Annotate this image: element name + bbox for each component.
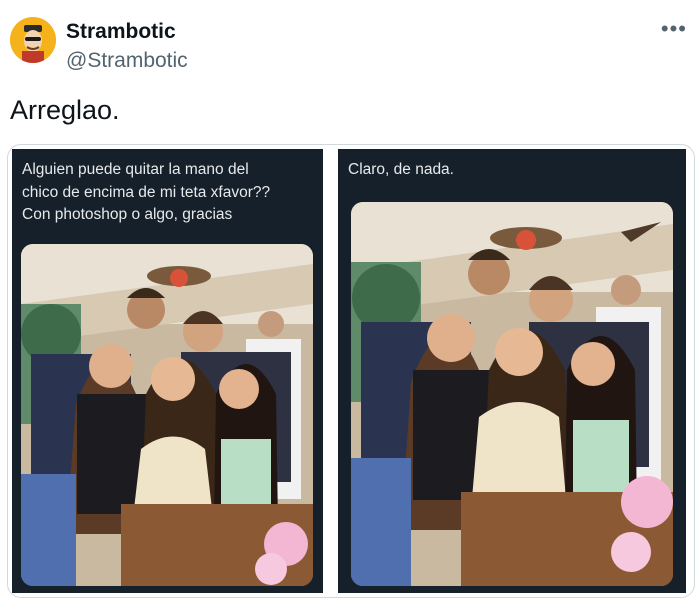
display-name[interactable]: Strambotic [66,20,176,44]
left-screenshot: Alguien puede quitar la mano del chico d… [12,149,323,593]
avatar-illustration [10,17,56,63]
user-handle[interactable]: @Strambotic [66,49,188,73]
tweet-media[interactable]: Alguien puede quitar la mano del chico d… [7,144,695,598]
left-caption: Alguien puede quitar la mano del chico d… [22,161,271,223]
more-options-icon[interactable]: ••• [661,16,687,42]
tweet-text: Arreglao. [10,95,120,125]
right-photo [351,202,673,586]
right-screenshot: Claro, de nada. [338,149,686,593]
right-caption: Claro, de nada. [348,161,454,178]
avatar[interactable] [10,17,56,63]
left-photo [21,244,313,586]
